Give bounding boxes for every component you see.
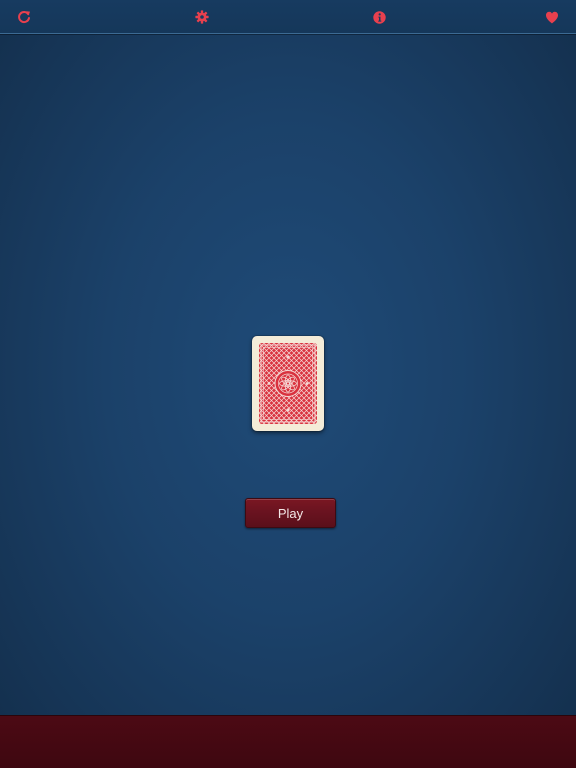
bottom-bar (0, 715, 576, 768)
card-back-pattern (259, 343, 317, 424)
top-toolbar (0, 0, 576, 34)
refresh-icon (18, 11, 30, 24)
refresh-button[interactable] (13, 6, 35, 28)
card-back[interactable] (252, 336, 324, 431)
info-button[interactable] (368, 6, 390, 28)
heart-icon (546, 11, 558, 23)
gear-icon (195, 10, 209, 24)
settings-button[interactable] (191, 6, 213, 28)
info-icon (372, 10, 386, 24)
favorite-button[interactable] (541, 6, 563, 28)
play-button[interactable]: Play (245, 498, 336, 528)
